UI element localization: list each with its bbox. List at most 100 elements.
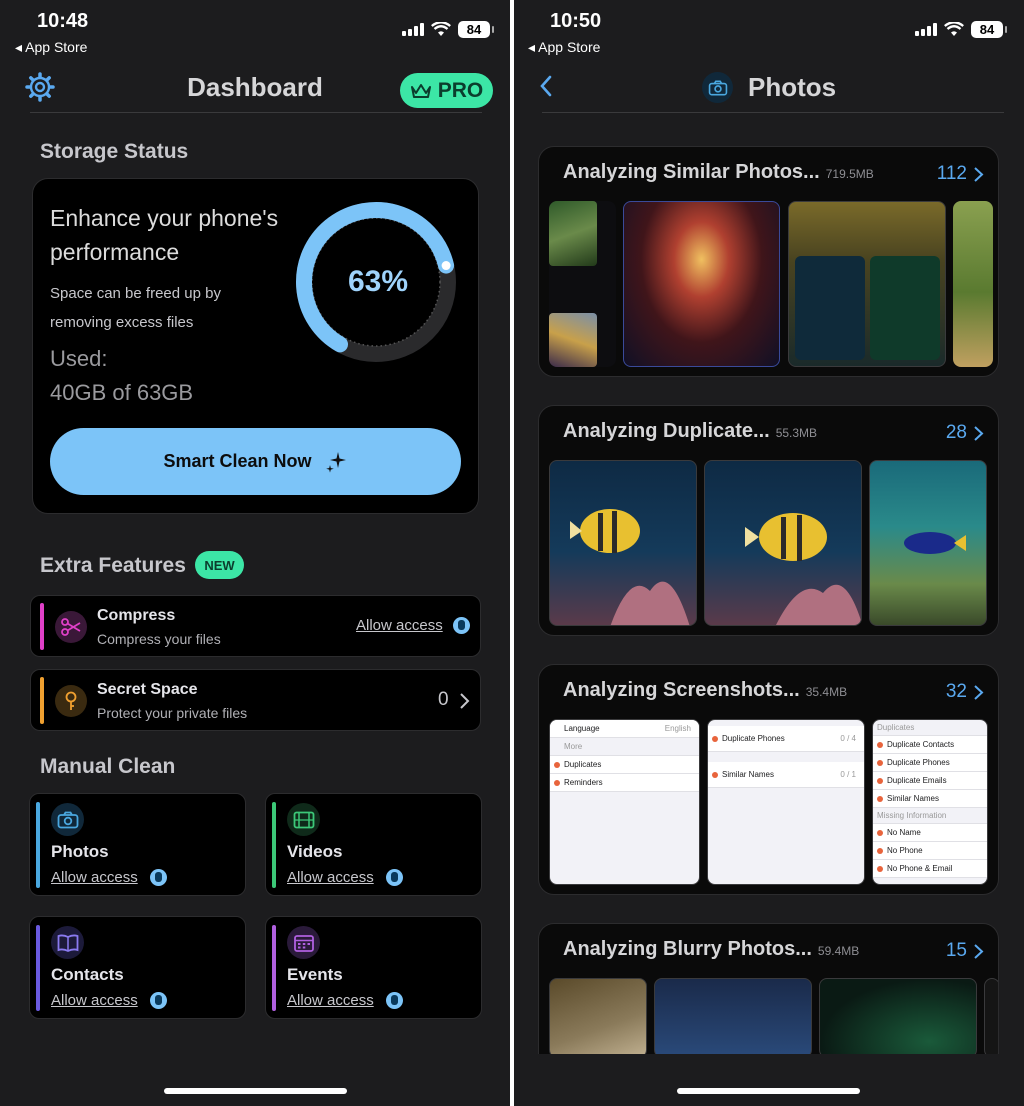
storage-section-title: Storage Status xyxy=(40,140,189,163)
used-label: Used: xyxy=(50,346,108,371)
key-icon xyxy=(55,685,87,717)
group-title: Analyzing Duplicate... xyxy=(563,420,770,442)
hand-icon xyxy=(149,869,167,886)
photo-thumbnail[interactable] xyxy=(869,460,987,626)
smart-clean-button[interactable]: Smart Clean Now xyxy=(50,428,461,495)
screenshot-thumbnail[interactable]: Language English More Duplicates Reminder… xyxy=(549,719,700,885)
group-blurry-photos[interactable]: Analyzing Blurry Photos... 59.4MB 15 xyxy=(538,923,999,1054)
back-to-app-store[interactable]: ◂ App Store xyxy=(528,39,600,56)
manual-videos[interactable]: Videos Allow access xyxy=(265,793,482,896)
photo-thumbnail[interactable] xyxy=(549,978,647,1054)
back-to-app-store[interactable]: ◂ App Store xyxy=(15,39,87,56)
allow-access-link[interactable]: Allow access xyxy=(356,617,443,634)
status-icons: 84 xyxy=(915,21,1007,38)
chevron-right-icon xyxy=(974,166,984,182)
status-time: 10:48 xyxy=(37,10,89,32)
allow-access-videos[interactable]: Allow access xyxy=(287,869,403,886)
feature-compress[interactable]: Compress Compress your files Allow acces… xyxy=(30,595,481,657)
camera-icon xyxy=(51,803,84,836)
back-chevron-icon[interactable] xyxy=(538,74,554,98)
photo-thumbnail[interactable] xyxy=(788,201,946,367)
hand-icon xyxy=(452,617,470,634)
signal-icon xyxy=(915,23,937,36)
allow-access-contacts[interactable]: Allow access xyxy=(51,992,167,1009)
photos-screen: 10:50 ◂ App Store 84 Photos Analyzing Si… xyxy=(514,0,1024,1106)
camera-icon xyxy=(702,72,733,103)
photo-thumbnail[interactable] xyxy=(984,978,998,1054)
manual-contacts[interactable]: Contacts Allow access xyxy=(29,916,246,1019)
allow-access-link[interactable]: Allow access xyxy=(51,992,138,1009)
pro-button[interactable]: PRO xyxy=(400,73,493,108)
film-icon xyxy=(287,803,320,836)
feature-subtitle: Protect your private files xyxy=(97,705,248,721)
allow-access-photos[interactable]: Allow access xyxy=(51,869,167,886)
group-screenshots[interactable]: Analyzing Screenshots... 35.4MB 32 Langua… xyxy=(538,664,999,895)
group-title: Analyzing Blurry Photos... xyxy=(563,938,812,960)
photo-thumbnail[interactable] xyxy=(953,201,993,367)
accent-bar xyxy=(36,925,40,1011)
chevron-right-icon xyxy=(974,943,984,959)
photo-thumbnail[interactable] xyxy=(623,201,780,367)
group-title: Analyzing Similar Photos... xyxy=(563,161,820,183)
allow-access-link[interactable]: Allow access xyxy=(51,869,138,886)
accent-bar xyxy=(40,677,44,724)
chevron-right-icon xyxy=(974,684,984,700)
feature-secret-space[interactable]: Secret Space Protect your private files … xyxy=(30,669,481,731)
photo-thumbnail[interactable] xyxy=(819,978,977,1054)
book-icon xyxy=(51,926,84,959)
allow-access-compress[interactable]: Allow access xyxy=(356,617,470,634)
screenshot-thumbnail[interactable]: Duplicates Duplicate Contacts Duplicate … xyxy=(872,719,988,885)
hand-icon xyxy=(385,869,403,886)
battery-indicator: 84 xyxy=(458,21,494,38)
photo-thumbnail[interactable] xyxy=(704,460,862,626)
allow-access-link[interactable]: Allow access xyxy=(287,869,374,886)
wifi-icon xyxy=(944,22,964,36)
storage-headline: Enhance your phone's performance xyxy=(50,205,279,265)
battery-indicator: 84 xyxy=(971,21,1007,38)
status-time: 10:50 xyxy=(550,10,602,32)
allow-access-events[interactable]: Allow access xyxy=(287,992,403,1009)
manual-photos[interactable]: Photos Allow access xyxy=(29,793,246,896)
scissors-icon xyxy=(55,611,87,643)
used-value: 40GB of 63GB xyxy=(50,380,194,405)
manual-title: Events xyxy=(287,965,343,984)
photo-thumbnail[interactable] xyxy=(549,201,616,367)
group-count[interactable]: 28 xyxy=(946,422,984,444)
wifi-icon xyxy=(431,22,451,36)
screenshot-thumbnail[interactable]: Duplicate Phones 0 / 4 Similar Names 0 / 1 xyxy=(707,719,865,885)
photo-thumbnail[interactable] xyxy=(654,978,812,1054)
accent-bar xyxy=(40,603,44,650)
pro-label: PRO xyxy=(437,78,484,102)
hand-icon xyxy=(385,992,403,1009)
allow-access-link[interactable]: Allow access xyxy=(287,992,374,1009)
group-size: 55.3MB xyxy=(775,426,818,440)
hand-icon xyxy=(149,992,167,1009)
accent-bar xyxy=(272,925,276,1011)
photo-thumbnail[interactable] xyxy=(549,460,697,626)
group-count[interactable]: 112 xyxy=(937,163,984,185)
manual-title: Contacts xyxy=(51,965,124,984)
group-size: 35.4MB xyxy=(805,685,848,699)
nav-divider xyxy=(542,112,1004,113)
group-count[interactable]: 15 xyxy=(946,940,984,962)
group-count[interactable]: 32 xyxy=(946,681,984,703)
group-duplicate-photos[interactable]: Analyzing Duplicate... 55.3MB 28 xyxy=(538,405,999,636)
group-similar-photos[interactable]: Analyzing Similar Photos... 719.5MB 112 xyxy=(538,146,999,377)
accent-bar xyxy=(36,802,40,888)
manual-events[interactable]: Events Allow access xyxy=(265,916,482,1019)
signal-icon xyxy=(402,23,424,36)
secret-count: 0 xyxy=(438,689,449,710)
home-indicator[interactable] xyxy=(164,1088,347,1094)
feature-title: Compress xyxy=(97,607,176,624)
smart-clean-label: Smart Clean Now xyxy=(163,451,312,471)
chevron-right-icon xyxy=(974,425,984,441)
manual-title: Videos xyxy=(287,842,343,861)
home-indicator[interactable] xyxy=(677,1088,860,1094)
new-badge: NEW xyxy=(195,551,244,579)
group-size: 59.4MB xyxy=(817,944,860,958)
feature-title: Secret Space xyxy=(97,681,198,698)
group-size: 719.5MB xyxy=(825,167,874,181)
extra-section-title: Extra Features xyxy=(40,554,186,577)
group-title: Analyzing Screenshots... xyxy=(563,679,800,701)
chevron-right-icon[interactable] xyxy=(458,692,470,710)
